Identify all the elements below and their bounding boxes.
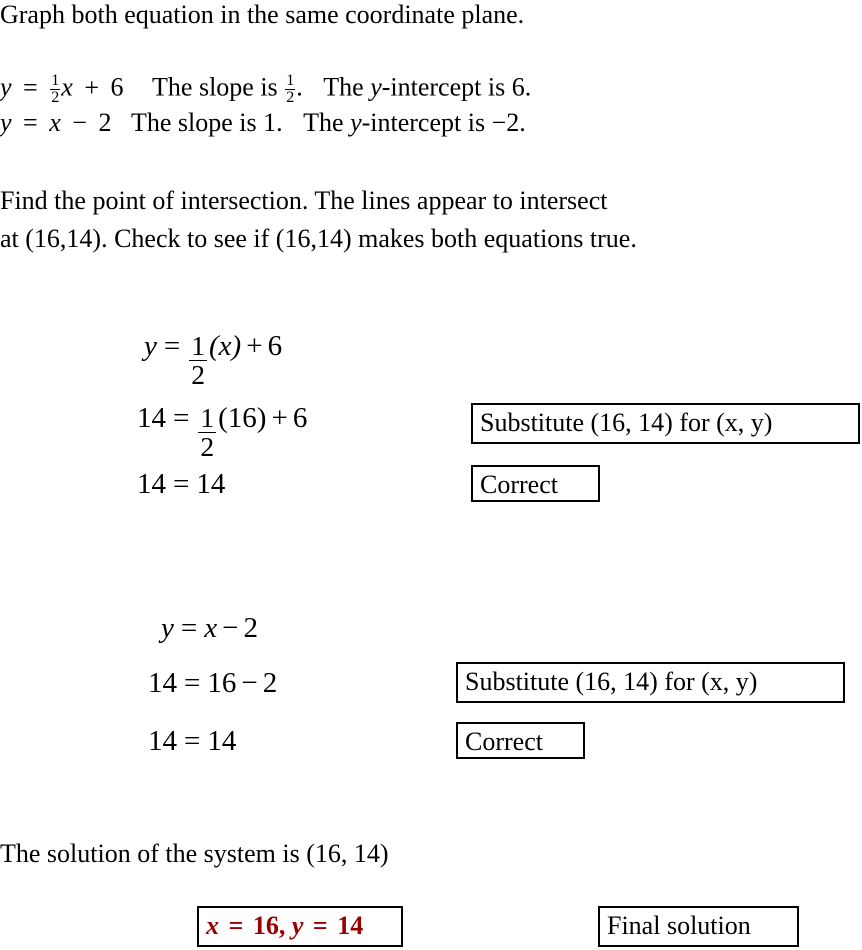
- page-title-text: Graph both equation in the same coordina…: [0, 0, 525, 29]
- final-answer-y-variable: y: [291, 911, 304, 940]
- check-two-row-2-rhs-b: 2: [262, 667, 278, 699]
- check-one-row-2-numerator: 1: [200, 402, 215, 433]
- check-one-row-1-equals: =: [163, 330, 181, 362]
- final-answer-equals-2: =: [312, 911, 328, 940]
- check-two-row-3-rhs: 14: [207, 725, 237, 757]
- instructions-line-1: Find the point of intersection. The line…: [0, 188, 607, 214]
- check-two-row-2-equals: =: [184, 667, 201, 699]
- check-one-row-1-fraction: 12: [189, 330, 208, 390]
- check-one-row-2-paren: (16): [218, 402, 267, 434]
- check-two-row-3: 14 = 14: [148, 725, 236, 758]
- check-two-row-1-minus: −: [222, 612, 239, 644]
- check-two-correct-note: Correct: [456, 722, 585, 759]
- check-two-row-1-variable: x: [204, 612, 218, 644]
- check-one-row-3: 14 = 14: [137, 468, 225, 501]
- check-two-correct-note-text: Correct: [465, 727, 543, 756]
- equation-two-line: y = x − 2 The slope is 1. The y-intercep…: [0, 110, 526, 136]
- check-one-row-1-denominator: 2: [189, 358, 208, 390]
- final-answer-x-variable: x: [206, 911, 219, 940]
- check-one-row-2-equals: =: [173, 402, 190, 434]
- equation-two-equals: =: [23, 108, 38, 137]
- check-one-row-1-plus: +: [246, 330, 263, 362]
- equation-two-slope-label: The slope is 1.: [130, 108, 283, 137]
- check-two-row-2: 14 = 16 − 2: [148, 667, 277, 700]
- check-two-row-2-lhs: 14: [148, 667, 177, 699]
- check-two-row-2-rhs-a: 16: [207, 667, 237, 699]
- equation-two-intercept-variable: y: [350, 108, 362, 137]
- check-two-substitute-note: Substitute (16, 14) for (x, y): [456, 662, 845, 703]
- check-one-row-2-denominator: 2: [198, 430, 217, 462]
- check-two-row-1-lhs: y: [161, 612, 174, 644]
- check-one-row-2: 14 = 1 2 (16) + 6: [137, 402, 307, 460]
- check-one-row-3-rhs: 14: [196, 468, 226, 500]
- final-answer-box: x = 16, y = 14: [197, 906, 403, 947]
- check-two-row-2-minus: −: [241, 667, 258, 699]
- equation-one-intercept-suffix: -intercept is 6.: [381, 72, 532, 102]
- equation-one-slope-denominator: 2: [285, 89, 296, 107]
- check-one-row-1-lhs: y: [144, 330, 157, 362]
- equation-two-intercept-suffix: -intercept is −2.: [361, 108, 526, 137]
- equation-two-minus: −: [72, 108, 87, 137]
- final-solution-note-text: Final solution: [607, 911, 751, 940]
- equation-one-slope-numerator: 1: [286, 72, 295, 89]
- check-two-row-3-lhs: 14: [148, 725, 177, 757]
- equation-one-equals: =: [23, 72, 38, 102]
- equation-two-intercept-prefix: The: [303, 108, 344, 137]
- equation-one-constant: 6: [110, 72, 124, 102]
- equation-one-slope-label: The slope is: [152, 72, 278, 102]
- equation-one-variable: x: [61, 72, 73, 102]
- equation-one-plus: +: [84, 72, 99, 102]
- equation-one-frac-numerator: 1: [51, 72, 60, 89]
- equation-one-slope-value-fraction: 12: [285, 72, 296, 107]
- equation-one-intercept-prefix: The: [323, 72, 364, 102]
- check-two-row-3-equals: =: [184, 725, 201, 757]
- check-one-row-2-constant: 6: [292, 402, 308, 434]
- check-one-row-3-equals: =: [173, 468, 190, 500]
- check-two-substitute-note-text: Substitute (16, 14) for (x, y): [465, 667, 758, 696]
- equation-one-line: y = 12x + 6 The slope is 12. The y-inter…: [0, 72, 532, 107]
- check-one-substitute-note-text: Substitute (16, 14) for (x, y): [480, 408, 773, 437]
- equation-one-slope-fraction: 12: [50, 72, 61, 107]
- final-answer-y-value: 14: [337, 911, 364, 940]
- equation-two-variable: x: [49, 108, 61, 137]
- instructions-line-1-text: Find the point of intersection. The line…: [0, 186, 608, 215]
- conclusion-text-value: The solution of the system is (16, 14): [0, 839, 389, 868]
- instructions-line-2-text: at (16,14). Check to see if (16,14) make…: [0, 224, 637, 253]
- check-one-row-3-lhs: 14: [137, 468, 166, 500]
- equation-one-frac-denominator: 2: [50, 89, 61, 107]
- check-one-row-2-lhs: 14: [137, 402, 166, 434]
- check-one-row-1-paren: (x): [209, 330, 242, 362]
- check-one-row-2-fraction: 12: [198, 402, 217, 462]
- final-answer-x-value: 16,: [252, 911, 286, 940]
- check-one-row-2-plus: +: [271, 402, 288, 434]
- check-one-row-1-numerator: 1: [191, 330, 206, 361]
- equation-one-slope-period: .: [296, 72, 303, 102]
- check-one-row-1: y = 1 2 (x) + 6: [144, 330, 282, 388]
- page-title: Graph both equation in the same coordina…: [0, 2, 524, 28]
- check-one-correct-note-text: Correct: [480, 470, 558, 499]
- check-two-row-1-equals: =: [180, 612, 198, 644]
- check-one-row-1-constant: 6: [267, 330, 283, 362]
- equation-two-lhs: y: [0, 108, 12, 137]
- equation-one-lhs: y: [0, 72, 12, 102]
- check-two-row-1-constant: 2: [243, 612, 258, 644]
- final-solution-note: Final solution: [598, 906, 799, 947]
- equation-two-constant: 2: [98, 108, 112, 137]
- final-answer-equals-1: =: [228, 911, 244, 940]
- check-one-correct-note: Correct: [471, 465, 600, 502]
- equation-one-intercept-variable: y: [370, 72, 382, 102]
- conclusion-text: The solution of the system is (16, 14): [0, 841, 389, 867]
- check-one-substitute-note: Substitute (16, 14) for (x, y): [471, 403, 860, 444]
- instructions-line-2: at (16,14). Check to see if (16,14) make…: [0, 226, 637, 252]
- check-two-row-1: y = x − 2: [161, 612, 258, 645]
